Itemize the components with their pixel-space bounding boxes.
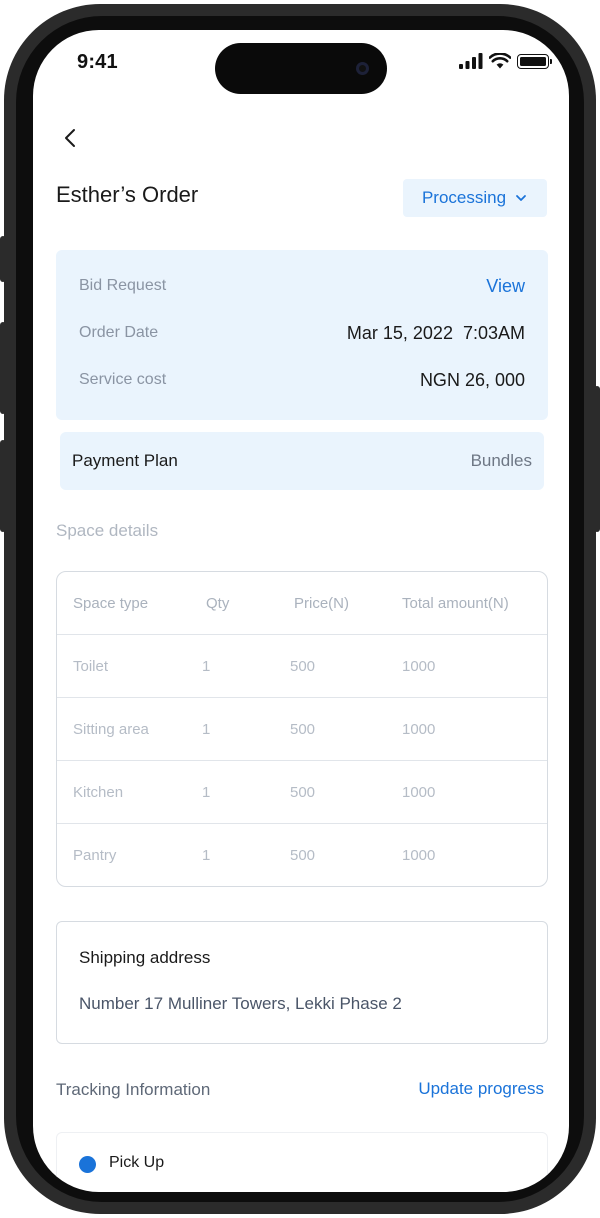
phone-screen: 9:41 Esther’s Order Processing Bid Reque… bbox=[33, 30, 569, 1192]
table-header-row: Space type Qty Price(N) Total amount(N) bbox=[57, 572, 547, 635]
column-header: Total amount(N) bbox=[402, 594, 509, 612]
shipping-address-text: Number 17 Mulliner Towers, Lekki Phase 2 bbox=[79, 994, 402, 1013]
status-time: 9:41 bbox=[77, 51, 118, 73]
order-status-label: Processing bbox=[421, 188, 507, 207]
total-cell: 1000 bbox=[402, 657, 436, 675]
tracking-step-label: Pick Up bbox=[109, 1154, 165, 1171]
total-cell: 1000 bbox=[402, 720, 436, 738]
cellular-signal-icon bbox=[459, 53, 483, 69]
price-cell: 500 bbox=[290, 657, 316, 675]
space-details-table: Space type Qty Price(N) Total amount(N) … bbox=[56, 571, 548, 887]
column-header: Price(N) bbox=[294, 594, 349, 612]
space-type-cell: Sitting area bbox=[73, 720, 149, 738]
volume-down-button bbox=[0, 440, 6, 532]
bid-request-label: Bid Request bbox=[79, 277, 167, 294]
battery-icon bbox=[517, 53, 552, 69]
payment-plan-label: Payment Plan bbox=[72, 451, 178, 470]
qty-cell: 1 bbox=[202, 847, 211, 864]
space-details-heading: Space details bbox=[56, 521, 159, 540]
payment-plan-value: Bundles bbox=[470, 451, 532, 470]
page-title: Esther’s Order bbox=[56, 182, 199, 207]
order-summary-card: Bid Request View Order Date Mar 15, 2022… bbox=[56, 250, 548, 420]
order-date-value: Mar 15, 2022 7:03AM bbox=[346, 322, 525, 343]
back-button[interactable] bbox=[59, 126, 83, 150]
payment-plan-row[interactable]: Payment Plan Bundles bbox=[60, 432, 544, 490]
column-header: Qty bbox=[206, 594, 230, 612]
order-date-label: Order Date bbox=[79, 324, 159, 341]
chevron-left-icon bbox=[65, 129, 75, 147]
tracking-card: Pick Up bbox=[56, 1132, 548, 1192]
power-button bbox=[594, 386, 600, 532]
dynamic-island bbox=[215, 43, 387, 94]
shipping-address-card: Shipping address Number 17 Mulliner Towe… bbox=[56, 921, 548, 1044]
qty-cell: 1 bbox=[202, 720, 211, 738]
qty-cell: 1 bbox=[202, 657, 211, 675]
table-row: Pantry 1 500 1000 bbox=[57, 824, 547, 886]
qty-cell: 1 bbox=[202, 783, 211, 801]
total-cell: 1000 bbox=[402, 783, 436, 801]
status-dot-icon bbox=[79, 1156, 96, 1173]
service-cost-value: NGN 26, 000 bbox=[419, 369, 525, 390]
column-header: Space type bbox=[73, 594, 149, 612]
shipping-address-title: Shipping address bbox=[79, 948, 211, 967]
order-status-dropdown[interactable]: Processing bbox=[403, 179, 547, 217]
price-cell: 500 bbox=[290, 847, 316, 864]
front-camera bbox=[356, 62, 369, 75]
space-type-cell: Pantry bbox=[73, 847, 117, 864]
space-type-cell: Kitchen bbox=[73, 783, 124, 801]
service-cost-label: Service cost bbox=[79, 371, 167, 388]
chevron-down-icon bbox=[516, 195, 526, 201]
tracking-heading: Tracking Information bbox=[56, 1080, 211, 1099]
wifi-icon bbox=[489, 53, 511, 69]
price-cell: 500 bbox=[290, 720, 316, 738]
status-icons bbox=[459, 53, 552, 69]
total-cell: 1000 bbox=[402, 847, 436, 864]
view-bid-link[interactable]: View bbox=[486, 276, 525, 297]
service-cost-row: Service cost NGN 26, 000 bbox=[79, 365, 525, 395]
bid-request-row: Bid Request View bbox=[79, 271, 525, 301]
action-button bbox=[0, 236, 6, 282]
space-type-cell: Toilet bbox=[73, 657, 109, 675]
table-row: Kitchen 1 500 1000 bbox=[57, 761, 547, 824]
table-row: Toilet 1 500 1000 bbox=[57, 635, 547, 698]
table-row: Sitting area 1 500 1000 bbox=[57, 698, 547, 761]
price-cell: 500 bbox=[290, 783, 316, 801]
order-date-row: Order Date Mar 15, 2022 7:03AM bbox=[79, 318, 525, 348]
update-progress-link[interactable]: Update progress bbox=[418, 1079, 544, 1099]
volume-up-button bbox=[0, 322, 6, 414]
